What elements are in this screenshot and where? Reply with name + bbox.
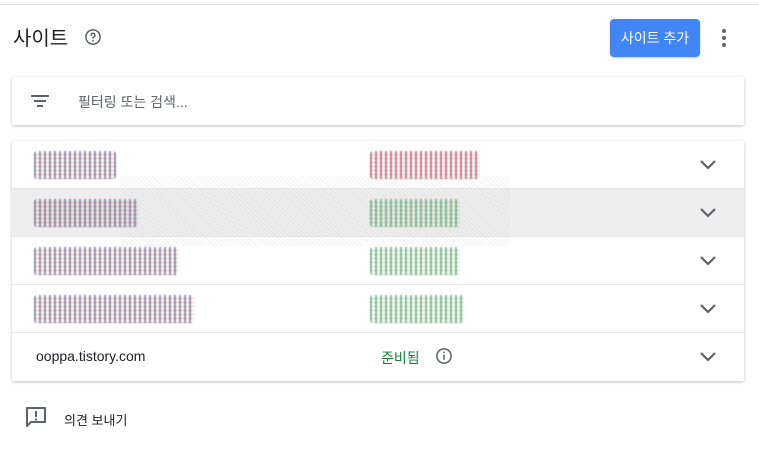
site-row[interactable] <box>12 189 744 237</box>
chevron-down-icon[interactable] <box>697 347 719 367</box>
help-circle-icon[interactable] <box>84 28 102 46</box>
search-input[interactable] <box>76 89 720 115</box>
site-list: ooppa.tistory.com 준비됨 <box>12 141 744 381</box>
filter-bar <box>12 77 744 125</box>
info-icon[interactable] <box>435 347 453 365</box>
feedback-icon <box>26 407 46 427</box>
top-divider <box>0 4 759 5</box>
redacted-site-name <box>34 151 116 179</box>
site-row[interactable] <box>12 141 744 189</box>
feedback-label: 의견 보내기 <box>64 413 128 428</box>
site-row[interactable]: ooppa.tistory.com 준비됨 <box>12 333 744 381</box>
site-row[interactable] <box>12 237 744 285</box>
redacted-site-name <box>34 199 138 227</box>
chevron-down-icon[interactable] <box>697 299 719 319</box>
redacted-site-status <box>370 151 480 179</box>
redacted-site-name <box>34 247 178 275</box>
redacted-site-status <box>370 247 460 275</box>
site-status: 준비됨 <box>381 350 420 366</box>
page-title: 사이트 <box>13 28 69 50</box>
redacted-site-name <box>34 295 194 323</box>
chevron-down-icon[interactable] <box>697 251 719 271</box>
redacted-site-status <box>370 199 460 227</box>
add-site-button[interactable]: 사이트 추가 <box>610 19 700 57</box>
site-name: ooppa.tistory.com <box>36 348 146 364</box>
filter-list-icon <box>31 95 49 107</box>
site-row[interactable] <box>12 285 744 333</box>
chevron-down-icon[interactable] <box>697 155 719 175</box>
more-vert-icon[interactable] <box>714 27 734 49</box>
chevron-down-icon[interactable] <box>697 203 719 223</box>
redacted-site-status <box>370 295 464 323</box>
